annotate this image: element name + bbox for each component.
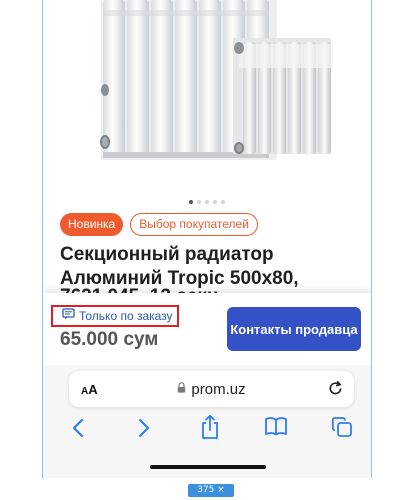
home-indicator[interactable] <box>150 465 266 469</box>
message-icon <box>62 307 75 325</box>
product-image[interactable] <box>43 0 371 196</box>
address-bar[interactable]: AA prom.uz <box>69 371 354 407</box>
product-price: 65.000 сум <box>60 329 159 350</box>
small-radiator <box>233 38 333 154</box>
browser-toolbar <box>43 413 371 445</box>
back-chevron-icon[interactable] <box>71 417 85 444</box>
sticky-purchase-panel: Только по заказу 65.000 сум Контакты про… <box>43 293 371 365</box>
bookmarks-icon[interactable] <box>264 416 288 441</box>
forward-chevron-icon[interactable] <box>137 417 151 444</box>
share-icon[interactable] <box>200 414 220 445</box>
dimension-label: 375 × 812 <box>188 484 234 500</box>
carousel-dots[interactable] <box>43 200 371 204</box>
badge-new: Новинка <box>60 213 124 236</box>
carousel-dot[interactable] <box>221 200 225 204</box>
carousel-dot-active[interactable] <box>189 200 193 204</box>
badge-group: Новинка Выбор покупателей <box>60 213 258 236</box>
url-text: prom.uz <box>191 380 246 398</box>
carousel-dot[interactable] <box>197 200 201 204</box>
safari-browser-chrome: AA prom.uz <box>43 365 371 478</box>
product-title: Секционный радиатор Алюминий Tropic 500x… <box>60 244 299 289</box>
reload-icon[interactable] <box>327 380 344 402</box>
lock-icon <box>177 380 186 398</box>
frame-right-guide <box>371 0 372 478</box>
order-status-highlight: Только по заказу <box>51 305 179 327</box>
carousel-dot[interactable] <box>213 200 217 204</box>
tabs-icon[interactable] <box>331 416 353 443</box>
carousel-dot[interactable] <box>205 200 209 204</box>
contact-seller-button[interactable]: Контакты продавца <box>227 307 361 351</box>
url-display[interactable]: prom.uz <box>69 380 354 398</box>
badge-customer-choice: Выбор покупателей <box>130 213 258 236</box>
phone-viewport: Новинка Выбор покупателей Секционный рад… <box>43 0 371 478</box>
order-status-label: Только по заказу <box>79 309 173 323</box>
